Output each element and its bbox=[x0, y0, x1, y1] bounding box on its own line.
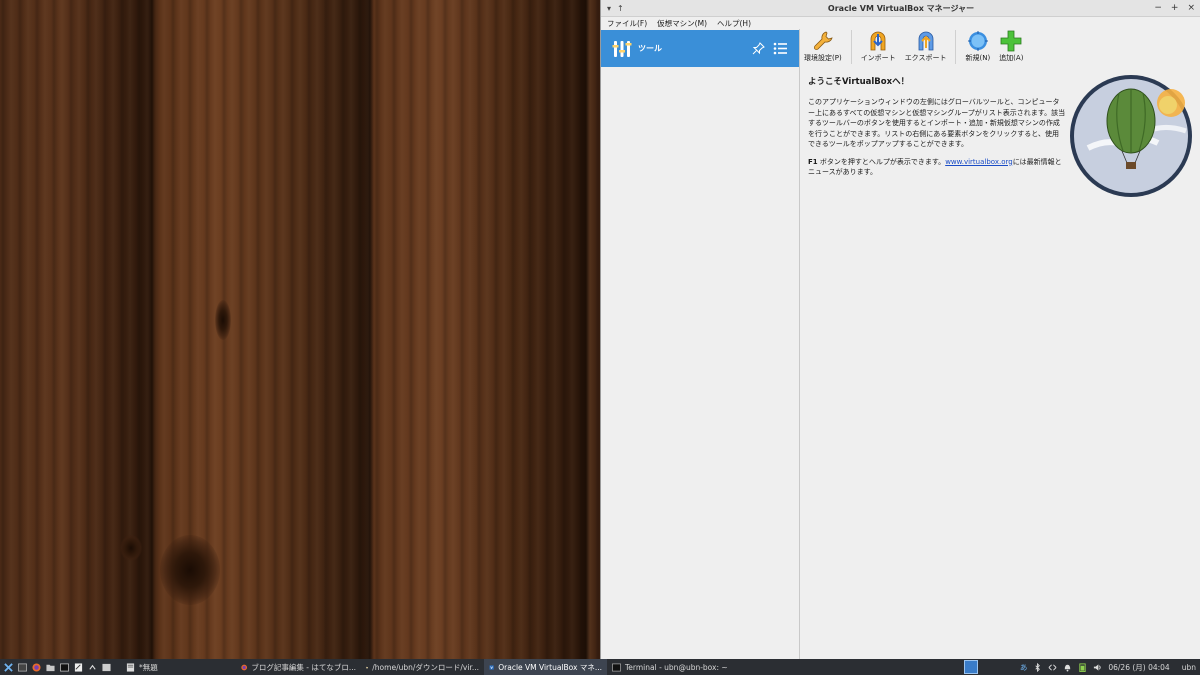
new-label: 新規(N) bbox=[965, 54, 991, 62]
xfce-menu-icon[interactable] bbox=[4, 662, 13, 672]
task-text-editor[interactable]: *無題 bbox=[121, 659, 236, 675]
welcome-paragraph: このアプリケーションウィンドウの左側にはグローバルツールと、コンピューター上にあ… bbox=[808, 98, 1066, 148]
show-desktop-icon[interactable] bbox=[102, 663, 111, 672]
wood-knot bbox=[160, 535, 220, 605]
clock[interactable]: 06/26 (月) 04:04 bbox=[1108, 662, 1169, 673]
help-text: ボタンを押すとヘルプが表示できます。 bbox=[817, 157, 946, 166]
balloon-logo-image bbox=[1070, 75, 1192, 197]
task-label: Oracle VM VirtualBox マネ... bbox=[498, 662, 602, 672]
terminal-icon bbox=[612, 663, 621, 671]
details-pane: 環境設定(P) インポート エクスポート 新規(N) 追加(A) ようこそVir… bbox=[800, 29, 1200, 659]
f1-key: F1 bbox=[808, 157, 818, 166]
input-method-icon[interactable]: あ bbox=[1020, 662, 1028, 673]
tools-icon bbox=[612, 40, 632, 57]
folder-icon bbox=[366, 666, 369, 668]
wrench-icon bbox=[813, 31, 833, 50]
editor-launcher-icon[interactable] bbox=[74, 662, 83, 672]
add-label: 追加(A) bbox=[999, 54, 1024, 62]
terminal-icon[interactable] bbox=[60, 663, 69, 672]
task-file-manager[interactable]: /home/ubn/ダウンロード/vir... bbox=[361, 659, 484, 675]
wood-knot bbox=[120, 535, 142, 561]
user-name[interactable]: ubn bbox=[1182, 663, 1196, 672]
virtualbox-link[interactable]: www.virtualbox.org bbox=[945, 158, 1013, 166]
task-virtualbox[interactable]: Oracle VM VirtualBox マネ... bbox=[484, 659, 607, 675]
task-label: *無題 bbox=[139, 662, 158, 672]
toolbar-separator bbox=[850, 30, 852, 64]
pin-icon[interactable] bbox=[752, 42, 765, 55]
close-button[interactable]: × bbox=[1187, 3, 1195, 13]
sidebar-item-tools[interactable]: ツール bbox=[601, 30, 799, 67]
volume-icon[interactable] bbox=[1093, 663, 1102, 672]
list-menu-icon[interactable] bbox=[773, 42, 787, 55]
welcome-panel: ようこそVirtualBoxへ！ このアプリケーションウィンドウの左側にはグロー… bbox=[808, 75, 1066, 185]
virtualbox-icon bbox=[489, 664, 494, 670]
toolbar-separator bbox=[955, 30, 957, 64]
import-icon bbox=[870, 31, 886, 51]
menu-help[interactable]: ヘルプ(H) bbox=[717, 18, 751, 29]
new-machine-button[interactable]: 新規(N) bbox=[965, 30, 990, 63]
preferences-label: 環境設定(P) bbox=[804, 54, 842, 62]
sidebar-item-label: ツール bbox=[638, 44, 662, 53]
task-terminal[interactable]: Terminal - ubn@ubn-box: ~ bbox=[607, 659, 742, 675]
virtualbox-window: ▾ ↑ Oracle VM VirtualBox マネージャー − + × ファ… bbox=[600, 0, 1200, 659]
terminal-launcher-icon[interactable] bbox=[18, 663, 27, 672]
main-toolbar: 環境設定(P) インポート エクスポート 新規(N) 追加(A) bbox=[800, 29, 1200, 68]
window-titlebar[interactable]: ▾ ↑ Oracle VM VirtualBox マネージャー − + × bbox=[601, 0, 1200, 17]
task-label: /home/ubn/ダウンロード/vir... bbox=[372, 662, 479, 672]
firefox-icon bbox=[241, 664, 248, 670]
minimize-button[interactable]: − bbox=[1154, 3, 1162, 13]
system-tray: あ 06/26 (月) 04:04 ubn bbox=[963, 659, 1200, 675]
add-plus-icon bbox=[1000, 30, 1022, 52]
network-icon[interactable] bbox=[1048, 663, 1057, 672]
menu-machine[interactable]: 仮想マシン(M) bbox=[657, 18, 707, 29]
text-editor-icon bbox=[126, 662, 135, 672]
window-title: Oracle VM VirtualBox マネージャー bbox=[827, 3, 975, 13]
task-firefox[interactable]: ブログ記事編集 - はてなブロ... bbox=[236, 659, 361, 675]
preferences-button[interactable]: 環境設定(P) bbox=[804, 30, 842, 63]
notification-bell-icon[interactable] bbox=[1063, 663, 1072, 672]
welcome-help-paragraph: F1 ボタンを押すとヘルプが表示できます。www.virtualbox.orgに… bbox=[808, 157, 1066, 178]
wood-knot bbox=[215, 300, 231, 340]
export-icon bbox=[918, 31, 933, 51]
workspace-switcher-icon[interactable] bbox=[963, 660, 978, 674]
task-label: ブログ記事編集 - はてなブロ... bbox=[251, 662, 356, 672]
bluetooth-icon[interactable] bbox=[1033, 662, 1042, 672]
battery-icon[interactable] bbox=[1078, 662, 1087, 672]
firefox-launcher-icon[interactable] bbox=[32, 662, 41, 672]
menu-file[interactable]: ファイル(F) bbox=[607, 18, 647, 29]
import-button[interactable]: インポート bbox=[861, 30, 896, 63]
machine-list-pane: ツール bbox=[601, 29, 800, 659]
add-machine-button[interactable]: 追加(A) bbox=[999, 30, 1023, 63]
welcome-heading: ようこそVirtualBoxへ！ bbox=[808, 77, 910, 87]
import-label: インポート bbox=[860, 54, 896, 62]
new-sun-icon bbox=[967, 31, 988, 51]
folder-launcher-icon[interactable] bbox=[46, 663, 55, 672]
taskbar: *無題 ブログ記事編集 - はてなブロ... /home/ubn/ダウンロード/… bbox=[0, 659, 1200, 675]
maximize-button[interactable]: + bbox=[1171, 3, 1179, 13]
export-label: エクスポート bbox=[904, 54, 947, 62]
export-button[interactable]: エクスポート bbox=[904, 30, 947, 63]
task-label: Terminal - ubn@ubn-box: ~ bbox=[625, 662, 728, 672]
chevron-up-icon[interactable] bbox=[88, 663, 97, 672]
